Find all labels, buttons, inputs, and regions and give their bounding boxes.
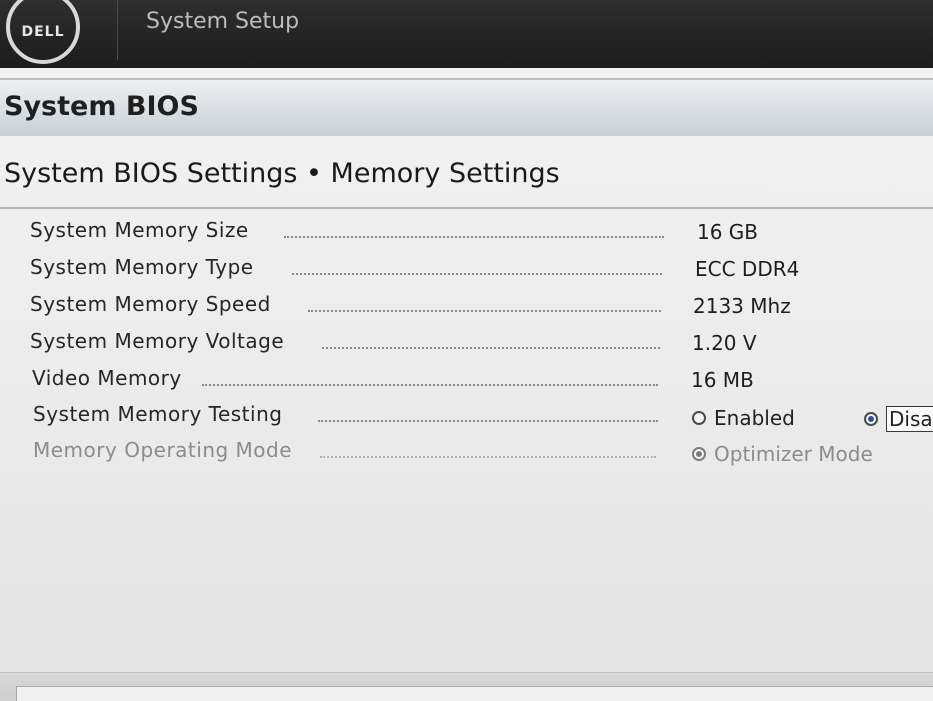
setting-row-memory-type: System Memory Type ECC DDR4 — [0, 251, 933, 287]
leader-dots — [318, 420, 658, 422]
radio-enabled[interactable]: Enabled — [692, 406, 795, 430]
setting-label: System Memory Size — [30, 218, 249, 242]
title-bar-divider — [117, 0, 118, 60]
setting-value: 16 GB — [697, 220, 759, 244]
radio-label: Enabled — [714, 406, 795, 430]
radio-unchecked-icon[interactable] — [692, 411, 706, 425]
radio-label: Optimizer Mode — [714, 442, 873, 466]
setting-value: ECC DDR4 — [695, 257, 800, 281]
setting-value: 2133 Mhz — [693, 294, 791, 318]
app-title: System Setup — [146, 9, 300, 34]
footer-panel — [16, 686, 933, 701]
leader-dots — [322, 347, 660, 349]
setting-value: 16 MB — [691, 368, 754, 392]
setting-row-memory-testing: System Memory Testing Enabled Disa — [0, 398, 933, 434]
radio-optimizer-mode: Optimizer Mode — [692, 442, 873, 466]
dell-logo: DELL — [6, 0, 80, 64]
setting-row-video-memory: Video Memory 16 MB — [0, 362, 933, 398]
setting-label: Memory Operating Mode — [33, 438, 293, 462]
setting-value: 1.20 V — [692, 331, 757, 355]
setting-label: System Memory Speed — [30, 292, 271, 316]
setting-row-memory-size: System Memory Size 16 GB — [0, 214, 933, 250]
setting-row-memory-operating-mode: Memory Operating Mode Optimizer Mode — [0, 434, 933, 470]
leader-dots — [308, 310, 661, 312]
radio-checked-icon[interactable] — [864, 412, 878, 426]
title-bar: DELL System Setup — [0, 0, 933, 68]
leader-dots — [284, 236, 664, 238]
leader-dots — [292, 273, 662, 275]
setting-label: System Memory Type — [30, 255, 254, 279]
breadcrumb: System BIOS Settings • Memory Settings — [4, 158, 560, 189]
setting-label: Video Memory — [32, 366, 182, 390]
setting-label: System Memory Voltage — [30, 329, 285, 353]
radio-disabled[interactable]: Disa — [864, 406, 933, 432]
section-title: System BIOS — [4, 91, 199, 122]
leader-dots — [320, 456, 656, 458]
radio-checked-icon — [692, 447, 706, 461]
radio-label: Disa — [886, 406, 933, 432]
leader-dots — [202, 384, 658, 386]
setting-row-memory-voltage: System Memory Voltage 1.20 V — [0, 325, 933, 361]
setting-label: System Memory Testing — [33, 402, 283, 426]
dell-logo-text: DELL — [21, 24, 65, 40]
setting-row-memory-speed: System Memory Speed 2133 Mhz — [0, 288, 933, 324]
breadcrumb-divider — [0, 207, 933, 209]
